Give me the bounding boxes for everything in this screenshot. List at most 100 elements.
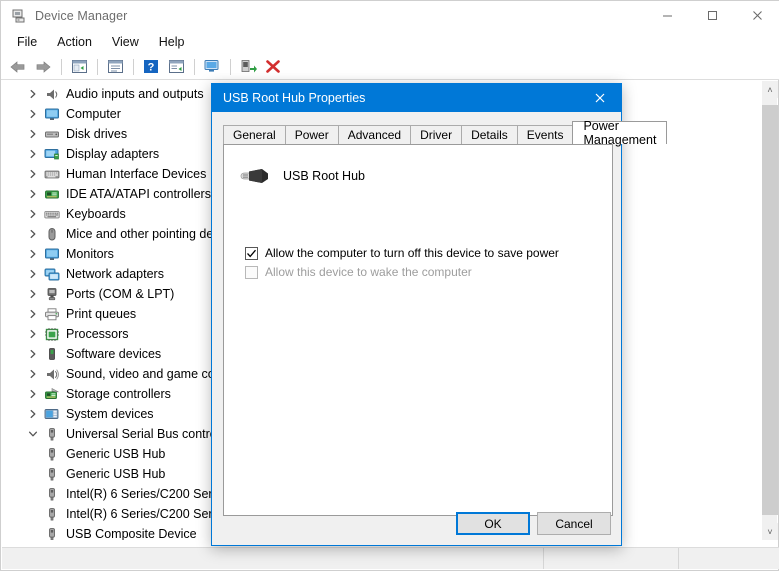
scroll-down-arrow-icon[interactable]: ˅ [762,523,778,540]
usb-plug-icon [237,163,273,189]
device-header: USB Root Hub [237,163,365,189]
enable-device-icon[interactable] [236,56,260,78]
uninstall-device-icon[interactable] [261,56,285,78]
tab-events[interactable]: Events [516,125,574,144]
toolbar-separator [97,58,98,75]
toolbar-separator [230,58,231,75]
chevron-right-icon[interactable] [24,269,42,279]
window-title: Device Manager [35,8,128,23]
tree-node-label: Print queues [66,307,137,321]
usb-icon [42,445,62,463]
dialog-title: USB Root Hub Properties [223,91,366,105]
chevron-right-icon[interactable] [24,349,42,359]
chevron-right-icon[interactable] [24,409,42,419]
sound-video-icon [42,365,62,383]
monitor-icon [42,105,62,123]
show-hide-console-tree-icon[interactable] [67,56,91,78]
help-icon[interactable]: ? [139,56,163,78]
scroll-up-arrow-icon[interactable]: ˄ [762,81,778,98]
cancel-button[interactable]: Cancel [537,512,611,535]
dialog-close-button[interactable] [579,84,621,112]
tree-node-label: USB Composite Device [66,527,197,540]
usb-icon [42,505,62,523]
scrollbar-thumb[interactable] [762,105,778,515]
update-driver-icon[interactable] [164,56,188,78]
tree-node-label: Keyboards [66,207,126,221]
checkmark-icon [247,249,256,257]
dialog-tabstrip: General Power Advanced Driver Details Events P… [223,119,668,147]
chevron-right-icon[interactable] [24,209,42,219]
processor-icon [42,325,62,343]
chevron-right-icon[interactable] [24,229,42,239]
checkbox-box [245,265,258,279]
chevron-right-icon[interactable] [24,189,42,199]
back-icon[interactable] [6,56,30,78]
toolbar-separator [194,58,195,75]
checkbox-label: Allow the computer to turn off this devi… [265,246,559,260]
tab-power-management[interactable]: Power Management [572,119,668,147]
forward-icon[interactable] [31,56,55,78]
tree-node-label: Network adapters [66,267,164,281]
checkbox-label: Allow this device to wake the computer [265,265,472,279]
tab-driver[interactable]: Driver [410,125,463,144]
chevron-down-icon[interactable] [24,429,42,439]
menu-view[interactable]: View [102,32,149,52]
chevron-right-icon[interactable] [24,289,42,299]
maximize-button[interactable] [690,1,735,30]
statusbar-pane-1 [2,548,544,569]
tree-node-label: Disk drives [66,127,128,141]
chevron-right-icon[interactable] [24,309,42,319]
printer-icon [42,305,62,323]
chevron-right-icon[interactable] [24,129,42,139]
statusbar-pane-2 [544,548,679,569]
tab-details[interactable]: Details [461,125,518,144]
usb-icon [42,465,62,483]
tree-node-label: IDE ATA/ATAPI controllers [66,187,211,201]
tree-vertical-scrollbar[interactable]: ˄ ˅ [761,81,778,540]
allow-computer-turn-off-device-checkbox[interactable]: Allow the computer to turn off this devi… [245,246,559,260]
keyboard-icon [42,205,62,223]
speaker-icon [42,85,62,103]
tab-general[interactable]: General [223,125,286,144]
tree-node-label: System devices [66,407,154,421]
menu-action[interactable]: Action [47,32,102,52]
menu-help[interactable]: Help [149,32,195,52]
svg-text:?: ? [148,62,155,74]
display-adapter-icon [42,145,62,163]
statusbar-pane-3 [679,548,779,569]
properties-icon[interactable] [103,56,127,78]
network-adapter-icon [42,265,62,283]
tree-node-label: Human Interface Devices [66,167,207,181]
chevron-right-icon[interactable] [24,149,42,159]
tab-advanced[interactable]: Advanced [337,125,412,144]
tree-node-label: Processors [66,327,129,341]
disk-drive-icon [42,125,62,143]
device-name: USB Root Hub [283,169,365,183]
tree-node-label: Ports (COM & LPT) [66,287,175,301]
chevron-right-icon[interactable] [24,249,42,259]
checkbox-box[interactable] [245,246,258,260]
menu-file[interactable]: File [7,32,47,52]
tree-node-label: Generic USB Hub [66,467,166,481]
menubar: File Action View Help [1,30,779,54]
tree-node-label: Display adapters [66,147,160,161]
chevron-right-icon[interactable] [24,369,42,379]
chevron-right-icon[interactable] [24,329,42,339]
close-button[interactable] [735,1,779,30]
ok-button[interactable]: OK [456,512,530,535]
chevron-right-icon[interactable] [24,109,42,119]
usb-icon [42,525,62,540]
monitor-icon [42,245,62,263]
chevron-right-icon[interactable] [24,169,42,179]
scan-hardware-changes-icon[interactable] [200,56,224,78]
hid-icon [42,165,62,183]
tree-node-label: Computer [66,107,121,121]
toolbar-separator [133,58,134,75]
dialog-button-row: OK Cancel [449,512,611,535]
chevron-right-icon[interactable] [24,89,42,99]
chevron-right-icon[interactable] [24,389,42,399]
window-titlebar: Device Manager [1,1,779,30]
tab-power[interactable]: Power [284,125,339,144]
minimize-button[interactable] [645,1,690,30]
dialog-titlebar: USB Root Hub Properties [212,84,621,112]
